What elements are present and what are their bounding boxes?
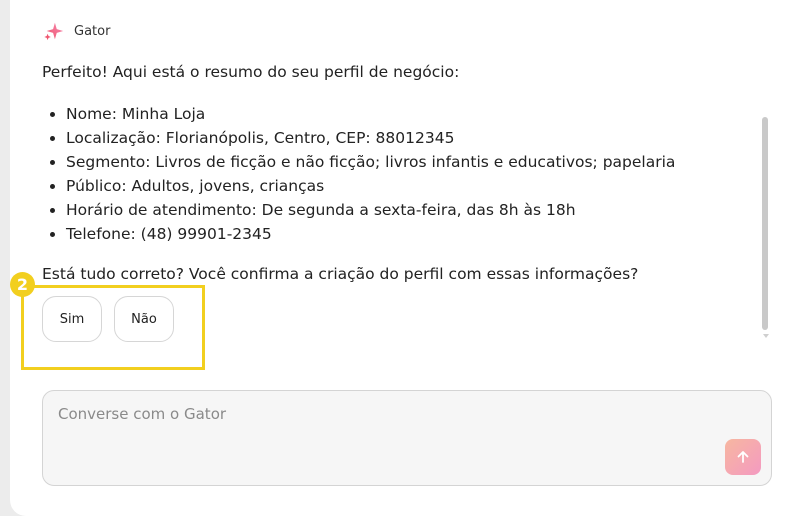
list-item: Nome: Minha Loja (66, 102, 742, 126)
assistant-message: Perfeito! Aqui está o resumo do seu perf… (42, 60, 742, 286)
assistant-header: Gator (43, 20, 110, 42)
list-item: Segmento: Livros de ficção e não ficção;… (66, 150, 742, 174)
chat-input[interactable] (56, 403, 700, 467)
sparkle-icon (44, 22, 64, 41)
list-item: Público: Adultos, jovens, crianças (66, 174, 742, 198)
list-item: Horário de atendimento: De segunda a sex… (66, 198, 742, 222)
arrow-up-icon (737, 451, 749, 463)
list-item: Telefone: (48) 99901-2345 (66, 222, 742, 246)
send-button[interactable] (725, 439, 761, 475)
confirmation-question: Está tudo correto? Você confirma a criaç… (42, 265, 639, 283)
assistant-name: Gator (74, 23, 111, 39)
no-button[interactable]: Não (114, 296, 174, 342)
scroll-down-icon[interactable] (763, 334, 769, 338)
profile-summary-list: Nome: Minha Loja Localização: Florianópo… (42, 102, 742, 246)
step-badge: 2 (10, 272, 35, 297)
yes-button[interactable]: Sim (42, 296, 102, 342)
list-item: Localização: Florianópolis, Centro, CEP:… (66, 126, 742, 150)
message-intro: Perfeito! Aqui está o resumo do seu perf… (42, 63, 460, 81)
chat-panel: Gator Perfeito! Aqui está o resumo do se… (10, 0, 809, 516)
chat-composer (42, 390, 772, 486)
scrollbar-thumb[interactable] (762, 117, 768, 330)
